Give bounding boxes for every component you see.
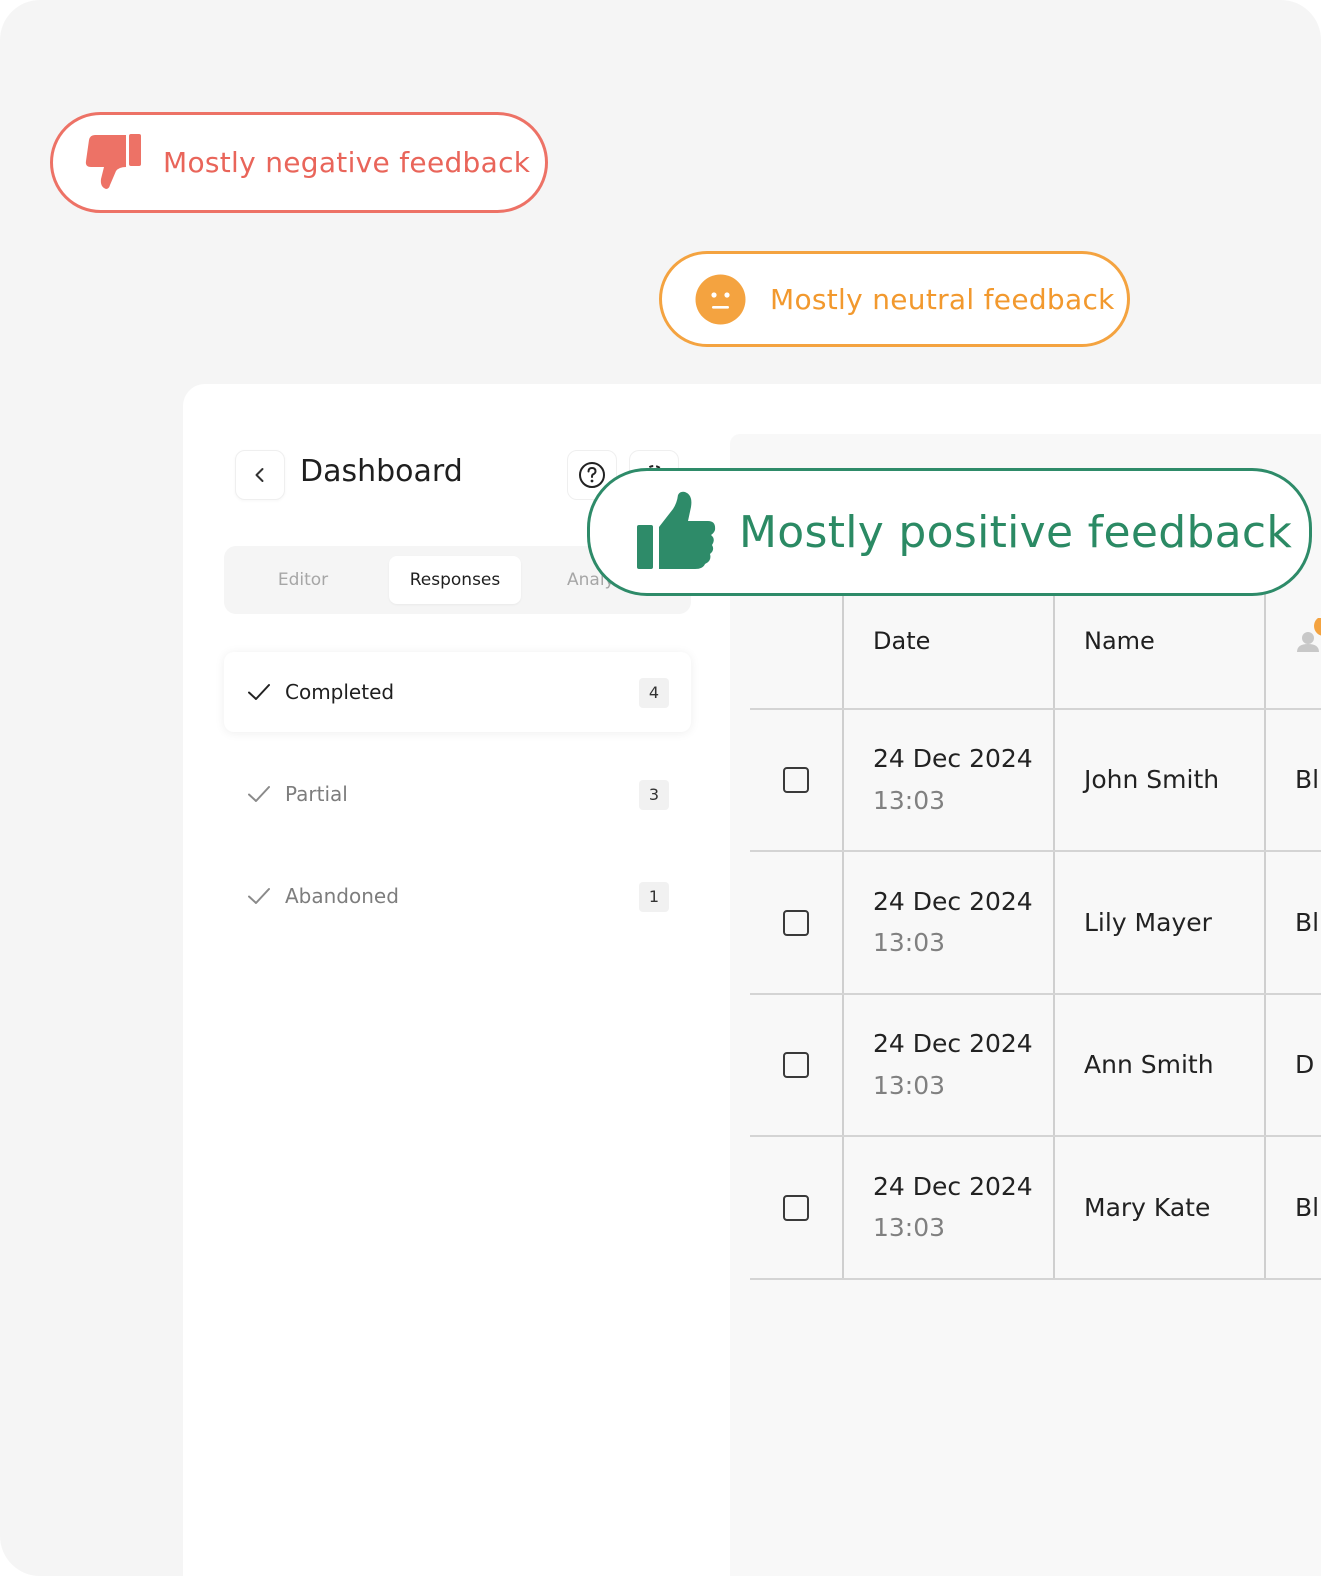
row-date: 24 Dec 2024 [873, 887, 1033, 916]
row-checkbox[interactable] [783, 1052, 809, 1078]
check-icon [248, 888, 270, 904]
neutral-face-icon [695, 274, 746, 324]
check-icon [248, 786, 270, 802]
positive-feedback-badge: Mostly positive feedback [587, 468, 1312, 596]
row-name: Lily Mayer [1084, 908, 1212, 937]
help-icon [579, 462, 605, 488]
row-divider [750, 993, 1321, 995]
neutral-feedback-badge: Mostly neutral feedback [659, 251, 1130, 347]
chevron-left-icon [255, 468, 264, 482]
status-filter-completed[interactable]: Completed 4 [224, 652, 691, 732]
row-checkbox[interactable] [783, 767, 809, 793]
row-divider [750, 708, 1321, 710]
user-avatar-icon [1297, 618, 1321, 652]
positive-feedback-label: Mostly positive feedback [739, 506, 1293, 558]
neutral-feedback-label: Mostly neutral feedback [770, 282, 1115, 316]
row-divider [750, 850, 1321, 852]
row-checkbox[interactable] [783, 910, 809, 936]
column-divider [1053, 594, 1055, 1279]
status-count: 3 [639, 780, 669, 810]
row-date: 24 Dec 2024 [873, 1172, 1033, 1201]
status-filter-partial[interactable]: Partial 3 [224, 754, 691, 834]
row-extra: Bl [1295, 1193, 1320, 1222]
tab-responses[interactable]: Responses [389, 556, 521, 604]
thumbs-up-icon [637, 491, 716, 569]
status-label: Completed [285, 680, 395, 704]
status-filter-abandoned[interactable]: Abandoned 1 [224, 856, 691, 936]
status-label: Abandoned [285, 884, 399, 908]
row-time: 13:03 [873, 786, 946, 815]
status-count: 1 [639, 882, 669, 912]
column-header-name[interactable]: Name [1084, 627, 1155, 655]
row-extra: Bl [1295, 765, 1320, 794]
page-title: Dashboard [300, 454, 463, 489]
row-name: John Smith [1084, 765, 1220, 794]
check-icon [248, 684, 270, 700]
thumbs-down-icon [85, 133, 141, 189]
row-name: Mary Kate [1084, 1193, 1211, 1222]
row-time: 13:03 [873, 1213, 946, 1242]
tab-editor[interactable]: Editor [238, 556, 368, 604]
row-divider [750, 1278, 1321, 1280]
row-checkbox[interactable] [783, 1195, 809, 1221]
row-date: 24 Dec 2024 [873, 744, 1033, 773]
row-time: 13:03 [873, 928, 946, 957]
row-divider [750, 1135, 1321, 1137]
status-label: Partial [285, 782, 348, 806]
negative-feedback-label: Mostly negative feedback [163, 146, 531, 179]
row-time: 13:03 [873, 1071, 946, 1100]
column-header-date[interactable]: Date [873, 627, 930, 655]
background-canvas: Mostly negative feedback Mostly neutral … [0, 0, 1321, 1576]
row-date: 24 Dec 2024 [873, 1029, 1033, 1058]
column-divider [1264, 594, 1266, 1279]
row-name: Ann Smith [1084, 1050, 1214, 1079]
column-divider [842, 594, 844, 1279]
status-count: 4 [639, 678, 669, 708]
negative-feedback-badge: Mostly negative feedback [50, 112, 548, 213]
back-button[interactable] [235, 450, 285, 500]
responses-table: Date Name 24 Dec 2024 13:03 John Smith B… [730, 434, 1321, 1576]
row-extra: Bl [1295, 908, 1320, 937]
row-extra: D [1295, 1050, 1315, 1079]
